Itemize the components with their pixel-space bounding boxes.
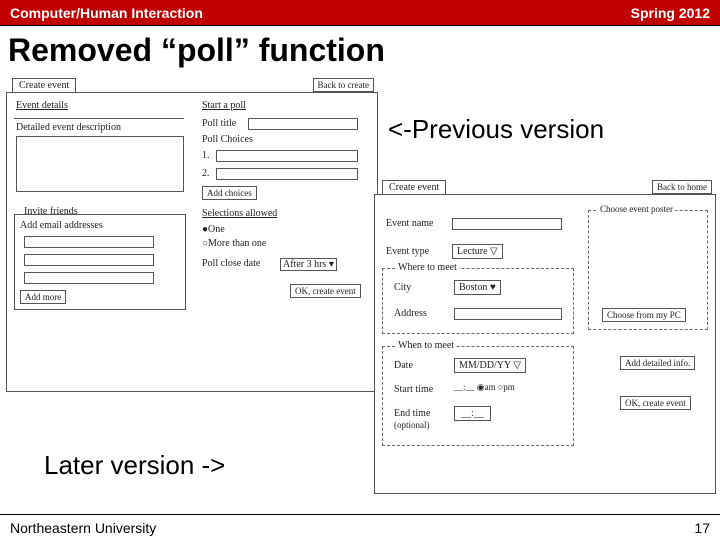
email-field-1 xyxy=(24,236,154,248)
city-label: City xyxy=(394,282,411,293)
add-choices-button: Add choices xyxy=(202,186,257,200)
create-event-tab-2: Create event xyxy=(382,180,446,194)
where-to-meet-group xyxy=(382,268,574,334)
previous-version-label: <-Previous version xyxy=(388,114,604,145)
poll-title-field xyxy=(248,118,358,130)
create-event-tab: Create event xyxy=(12,78,76,92)
event-name-field xyxy=(452,218,562,230)
address-label: Address xyxy=(394,308,427,319)
poll-choice-2-label: 2. xyxy=(202,168,210,179)
page-number: 17 xyxy=(694,520,710,536)
end-time-field: __:__ xyxy=(454,406,491,421)
event-type-label: Event type xyxy=(386,246,429,257)
poll-title-label: Poll title xyxy=(202,118,236,129)
selections-allowed-label: Selections allowed xyxy=(202,208,277,219)
email-field-3 xyxy=(24,272,154,284)
poll-close-date-label: Poll close date xyxy=(202,258,260,269)
poll-choice-1-label: 1. xyxy=(202,150,210,161)
add-detailed-info-button: Add detailed info. xyxy=(620,356,695,370)
end-time-label: End time xyxy=(394,408,430,419)
where-to-meet-header: Where to meet xyxy=(396,262,459,273)
back-to-home-button: Back to home xyxy=(652,180,712,194)
sketch-later: Create event Back to home Event name Eve… xyxy=(374,180,716,500)
back-to-create-button: Back to create xyxy=(313,78,374,92)
term-label: Spring 2012 xyxy=(631,5,710,21)
date-field: MM/DD/YY ▽ xyxy=(454,358,526,373)
add-more-button: Add more xyxy=(20,290,66,304)
event-description-label: Detailed event description xyxy=(16,122,121,133)
ok-create-event-button-1: OK, create event xyxy=(290,284,361,298)
event-name-label: Event name xyxy=(386,218,433,229)
add-email-label: Add email addresses xyxy=(20,220,103,231)
email-field-2 xyxy=(24,254,154,266)
event-description-box xyxy=(16,136,184,192)
radio-one: ●One xyxy=(202,224,225,235)
poll-close-after-field: After 3 hrs ▾ xyxy=(280,258,337,271)
choose-poster-header: Choose event poster xyxy=(598,204,675,214)
university-label: Northeastern University xyxy=(10,520,156,536)
poll-choices-label: Poll Choices xyxy=(202,134,253,145)
address-field xyxy=(454,308,562,320)
footer-bar: Northeastern University 17 xyxy=(0,514,720,540)
end-time-optional-label: (optional) xyxy=(394,420,430,430)
start-time-label: Start time xyxy=(394,384,433,395)
later-version-label: Later version -> xyxy=(44,450,225,481)
event-type-select: Lecture ▽ xyxy=(452,244,503,259)
course-title: Computer/Human Interaction xyxy=(10,5,203,21)
start-poll-header: Start a poll xyxy=(202,100,246,111)
slide-title: Removed “poll” function xyxy=(0,26,720,73)
date-label: Date xyxy=(394,360,413,371)
choose-from-pc-button: Choose from my PC xyxy=(602,308,686,322)
event-details-header: Event details xyxy=(16,100,68,111)
ok-create-event-button-2: OK, create event xyxy=(620,396,691,410)
when-to-meet-header: When to meet xyxy=(396,340,456,351)
poll-choice-1-field xyxy=(216,150,358,162)
sketch-previous: Create event Back to create Event detail… xyxy=(6,78,378,396)
top-bar: Computer/Human Interaction Spring 2012 xyxy=(0,0,720,26)
city-field: Boston ♥ xyxy=(454,280,501,295)
poll-choice-2-field xyxy=(216,168,358,180)
radio-more-than-one: ○More than one xyxy=(202,238,266,249)
start-time-field: __:__ ◉am ○pm xyxy=(454,382,515,393)
